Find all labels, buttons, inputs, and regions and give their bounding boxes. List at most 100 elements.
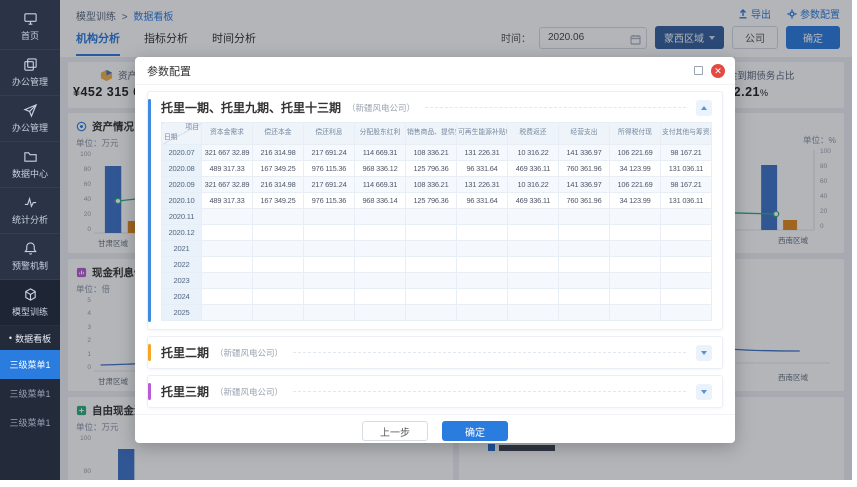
expand-chevron-down-icon[interactable] [696,344,712,361]
table-cell: 108 336.21 [405,144,457,161]
sidebar-item-statistics[interactable]: 统计分析 [0,188,60,234]
table-cell [201,288,253,305]
table-cell [456,288,508,305]
table-cell: 98 167.21 [660,144,712,161]
monitor-icon [23,13,37,25]
table-cell [660,256,712,273]
close-icon[interactable]: ✕ [711,63,725,78]
sidebar-item-model-training[interactable]: 模型训练 [0,280,60,326]
submenu-label: 三级菜单1 [9,360,51,370]
table-cell [405,256,457,273]
sidebar-item-office-2[interactable]: 办公管理 [0,96,60,142]
modal-confirm-button[interactable]: 确定 [442,421,508,441]
table-cell [201,304,253,321]
sidebar-item-home[interactable]: 首页 [0,4,60,50]
sidebar-item-label: 办公管理 [11,123,48,133]
table-cell [303,304,355,321]
table-cell [609,240,661,257]
table-cell [507,272,559,289]
table-cell [660,240,712,257]
table-cell: 96 331.64 [456,160,508,177]
table-cell: 976 115.36 [303,160,355,177]
table-cell: 96 331.64 [456,192,508,209]
table-cell: 141 336.97 [558,176,610,193]
collapse-chevron-up-icon[interactable] [696,99,712,116]
table-cell: 131 036.11 [660,160,712,177]
previous-step-button[interactable]: 上一步 [362,421,428,441]
table-cell [507,224,559,241]
table-cell: 968 336.14 [354,192,406,209]
table-column-header: 可再生能源补贴电费收到的现金 [456,122,508,145]
table-cell: 760 361.96 [558,160,610,177]
table-cell [456,304,508,321]
table-cell [252,208,304,225]
table-cell [456,208,508,225]
section-title: 托里三期 [161,385,210,399]
expand-icon[interactable] [694,66,703,75]
section-company: （新疆风电公司） [215,386,284,397]
table-cell: 131 036.11 [660,192,712,209]
sidebar-subitem-2[interactable]: 三级菜单1 [0,379,60,408]
table-row: 2020.12 [161,224,712,241]
table-cell [354,208,406,225]
table-cell: 34 123.99 [609,192,661,209]
table-cell [354,256,406,273]
row-date-cell: 2020.11 [161,208,202,225]
table-cell [456,272,508,289]
table-row: 2022 [161,256,712,273]
row-date-cell: 2020.10 [161,192,202,209]
table-cell: 217 691.24 [303,176,355,193]
table-cell [558,208,610,225]
section-tuoli-2: 托里二期 （新疆风电公司） [147,336,723,369]
table-cell: 489 317.33 [201,192,253,209]
table-cell: 167 349.25 [252,192,304,209]
sidebar-item-office-1[interactable]: 办公管理 [0,50,60,96]
table-cell [609,256,661,273]
table-cell [354,224,406,241]
table-cell: 108 336.21 [405,176,457,193]
table-cell: 131 226.31 [456,144,508,161]
table-cell: 34 123.99 [609,160,661,177]
row-date-cell: 2020.07 [161,144,202,161]
table-head: 项目 日期 资本金需求偿还本金偿还利息分配股东红利销售商品、提供劳务收到的现金可… [161,122,712,145]
sidebar-subitem-3[interactable]: 三级菜单1 [0,408,60,437]
table-cell: 217 691.24 [303,144,355,161]
table-cell: 131 226.31 [456,176,508,193]
table-cell: 489 317.33 [201,160,253,177]
table-body: 2020.07 321 667 32.89 216 314.98 217 691… [161,144,712,321]
table-cell [405,288,457,305]
sidebar-item-label: 模型训练 [11,307,48,317]
table-cell [303,208,355,225]
table-cell [660,208,712,225]
table-cell [558,256,610,273]
submenu-label: 三级菜单1 [9,418,51,428]
expand-chevron-down-icon[interactable] [696,383,712,400]
table-cell: 10 316.22 [507,176,559,193]
table-cell [558,288,610,305]
table-cell: 10 316.22 [507,144,559,161]
param-config-modal: 参数配置 ✕ 托里一期、托里九期、托里十三期 （新疆风电公司） 项目 日期 资本… [135,57,735,443]
table-cell: 216 314.98 [252,144,304,161]
sidebar-item-label: 办公管理 [11,77,48,87]
sidebar: 首页 办公管理 办公管理 数据中心 统计分析 预警机制 模型训练 数据看板 三级 [0,0,60,480]
folder-icon [23,152,37,162]
table-cell: 106 221.69 [609,176,661,193]
stats-icon [24,196,36,208]
table-cell [303,272,355,289]
table-column-header: 资本金需求 [201,122,253,145]
table-row: 2021 [161,240,712,257]
section-tuoli-1-9-13: 托里一期、托里九期、托里十三期 （新疆风电公司） 项目 日期 资本金需求偿还本金… [147,91,723,330]
table-column-header: 分配股东红利 [354,122,406,145]
sidebar-item-warning[interactable]: 预警机制 [0,234,60,280]
divider [293,352,686,353]
table-cell [303,224,355,241]
params-table: 项目 日期 资本金需求偿还本金偿还利息分配股东红利销售商品、提供劳务收到的现金可… [161,122,712,321]
table-cell [456,224,508,241]
table-cell [456,256,508,273]
sidebar-item-datacenter[interactable]: 数据中心 [0,142,60,188]
table-cell [609,304,661,321]
sidebar-item-data-board[interactable]: 数据看板 [0,326,60,350]
table-cell [252,288,304,305]
sidebar-subitem-1[interactable]: 三级菜单1 [0,350,60,379]
table-column-header: 所得税付现 [609,122,661,145]
